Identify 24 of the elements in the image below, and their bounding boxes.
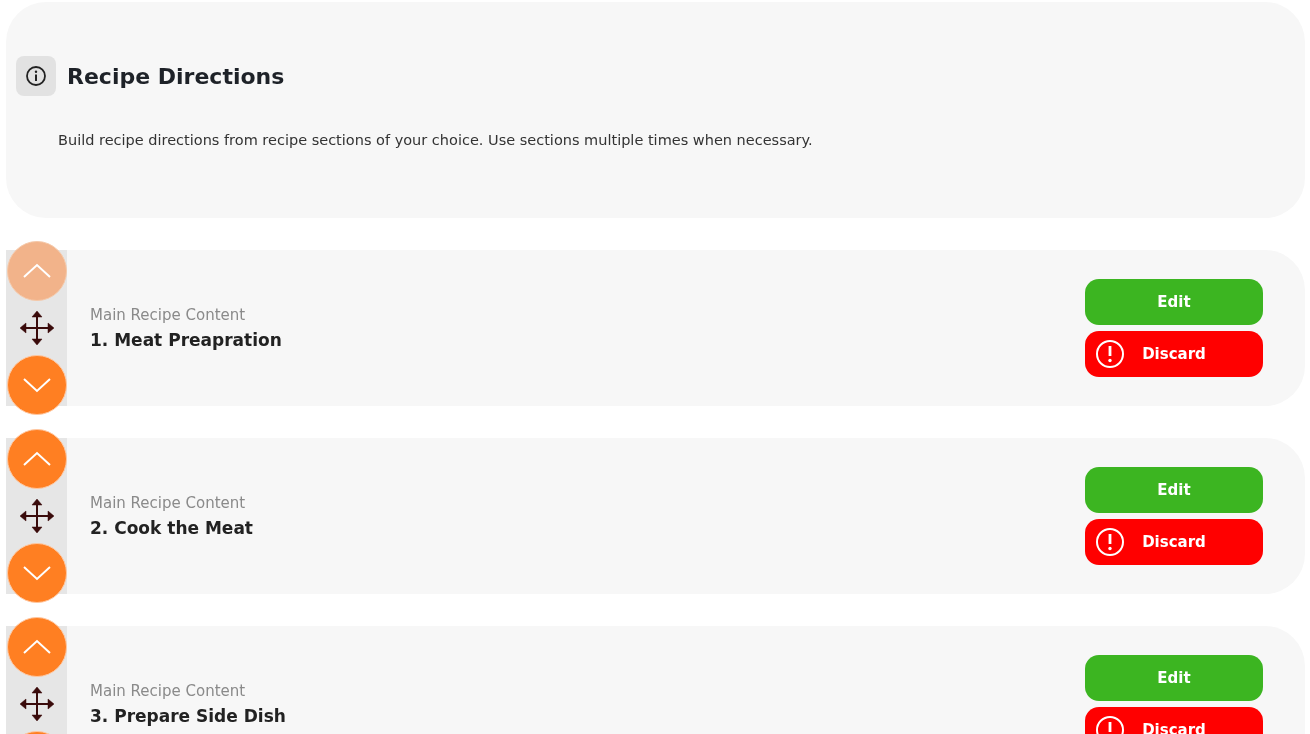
info-icon [16,56,56,96]
alert-icon [1095,527,1125,557]
chevron-down-icon [21,565,52,581]
section-label: Main Recipe Content [90,306,247,324]
move-icon[interactable] [18,498,55,534]
description-text: Build recipe directions from recipe sections of your choice. Use sections multiple times when necessary. [58,132,813,148]
discard-button[interactable]: Discard [1085,519,1263,565]
edit-button[interactable]: Edit [1085,655,1263,701]
chevron-down-icon [21,377,52,393]
section-name: 2. Cook the Meat [90,518,254,538]
chevron-up-icon [21,639,52,655]
chevron-up-icon [21,451,52,467]
section-label: Main Recipe Content [90,494,247,512]
alert-icon [1095,339,1125,369]
move-icon[interactable] [18,310,55,346]
discard-button[interactable]: Discard [1085,331,1263,377]
move-icon[interactable] [18,686,55,722]
section-title: Recipe Directions [67,63,285,89]
chevron-up-icon [21,263,52,279]
edit-button[interactable]: Edit [1085,467,1263,513]
section-name: 1. Meat Preapration [90,330,283,350]
edit-button[interactable]: Edit [1085,279,1263,325]
section-label: Main Recipe Content [90,682,247,700]
section-name: 3. Prepare Side Dish [90,706,287,726]
